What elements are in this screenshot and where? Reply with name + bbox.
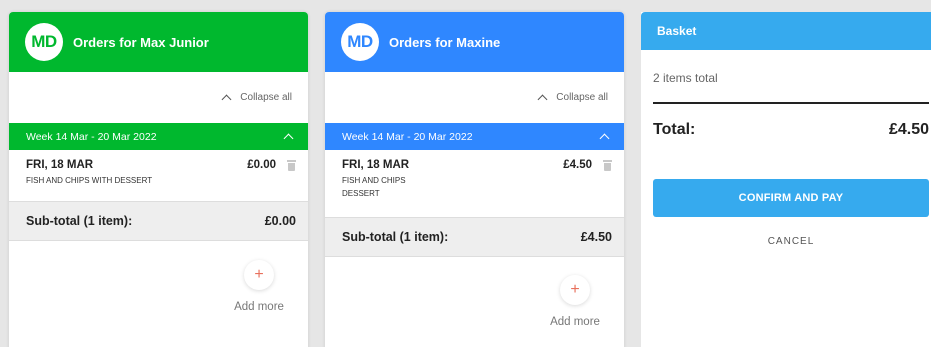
orders-card-max-junior: MD Orders for Max Junior Collapse all We… — [9, 12, 308, 347]
subtotal-value: £0.00 — [264, 214, 296, 228]
confirm-and-pay-button[interactable]: CONFIRM AND PAY — [653, 179, 929, 217]
week-label: Week 14 Mar - 20 Mar 2022 — [26, 130, 157, 143]
add-more: + Add more — [545, 275, 605, 328]
collapse-all-button[interactable]: Collapse all — [325, 72, 624, 123]
chevron-up-icon — [537, 94, 548, 105]
order-item: FISH AND CHIPS WITH DESSERT — [26, 176, 153, 185]
week-label: Week 14 Mar - 20 Mar 2022 — [342, 130, 473, 143]
week-toggle[interactable]: Week 14 Mar - 20 Mar 2022 — [325, 123, 624, 150]
card-header: MD Orders for Max Junior — [9, 12, 308, 72]
chevron-up-icon — [283, 133, 294, 144]
trash-icon[interactable] — [287, 159, 296, 171]
order-day: FRI, 18 MAR — [342, 159, 410, 171]
subtotal-row: Sub-total (1 item): £0.00 — [9, 201, 308, 241]
chevron-up-icon — [599, 133, 610, 144]
order-price: £4.50 — [563, 159, 592, 171]
plus-icon: + — [570, 281, 580, 298]
total-label: Total: — [653, 121, 696, 138]
order-day: FRI, 18 MAR — [26, 159, 94, 171]
total-value: £4.50 — [888, 121, 929, 138]
collapse-all-label: Collapse all — [556, 92, 608, 103]
avatar: MD — [25, 23, 63, 61]
card-title: Orders for Max Junior — [73, 34, 209, 50]
trash-icon[interactable] — [603, 159, 612, 171]
order-price: £0.00 — [247, 159, 276, 171]
basket-title: Basket — [641, 12, 931, 50]
subtotal-value: £4.50 — [580, 230, 612, 244]
subtotal-row: Sub-total (1 item): £4.50 — [325, 217, 624, 257]
cancel-button[interactable]: CANCEL — [653, 236, 929, 247]
collapse-all-label: Collapse all — [240, 92, 292, 103]
add-more-button[interactable]: + — [244, 260, 274, 290]
chevron-up-icon — [221, 94, 232, 105]
orders-card-maxine: MD Orders for Maxine Collapse all Week 1… — [325, 12, 624, 347]
card-title: Orders for Maxine — [389, 34, 501, 50]
subtotal-label: Sub-total (1 item): — [342, 230, 449, 244]
card-header: MD Orders for Maxine — [325, 12, 624, 72]
order-item: FISH AND CHIPS — [342, 176, 406, 185]
order-entry: FRI, 18 MAR £4.50 FISH AND CHIPS DESSERT — [325, 150, 624, 200]
add-more: + Add more — [229, 260, 289, 313]
add-more-button[interactable]: + — [560, 275, 590, 305]
items-total: 2 items total — [653, 71, 718, 85]
plus-icon: + — [254, 266, 264, 283]
avatar: MD — [341, 23, 379, 61]
total-row: Total: £4.50 — [653, 121, 929, 139]
add-more-label[interactable]: Add more — [229, 301, 289, 313]
order-item: DESSERT — [342, 189, 380, 198]
collapse-all-button[interactable]: Collapse all — [9, 72, 308, 123]
divider — [653, 102, 929, 104]
order-entry: FRI, 18 MAR £0.00 FISH AND CHIPS WITH DE… — [9, 150, 308, 187]
week-toggle[interactable]: Week 14 Mar - 20 Mar 2022 — [9, 123, 308, 150]
basket-panel: Basket 2 items total Total: £4.50 CONFIR… — [641, 12, 931, 347]
add-more-label[interactable]: Add more — [545, 316, 605, 328]
subtotal-label: Sub-total (1 item): — [26, 214, 133, 228]
